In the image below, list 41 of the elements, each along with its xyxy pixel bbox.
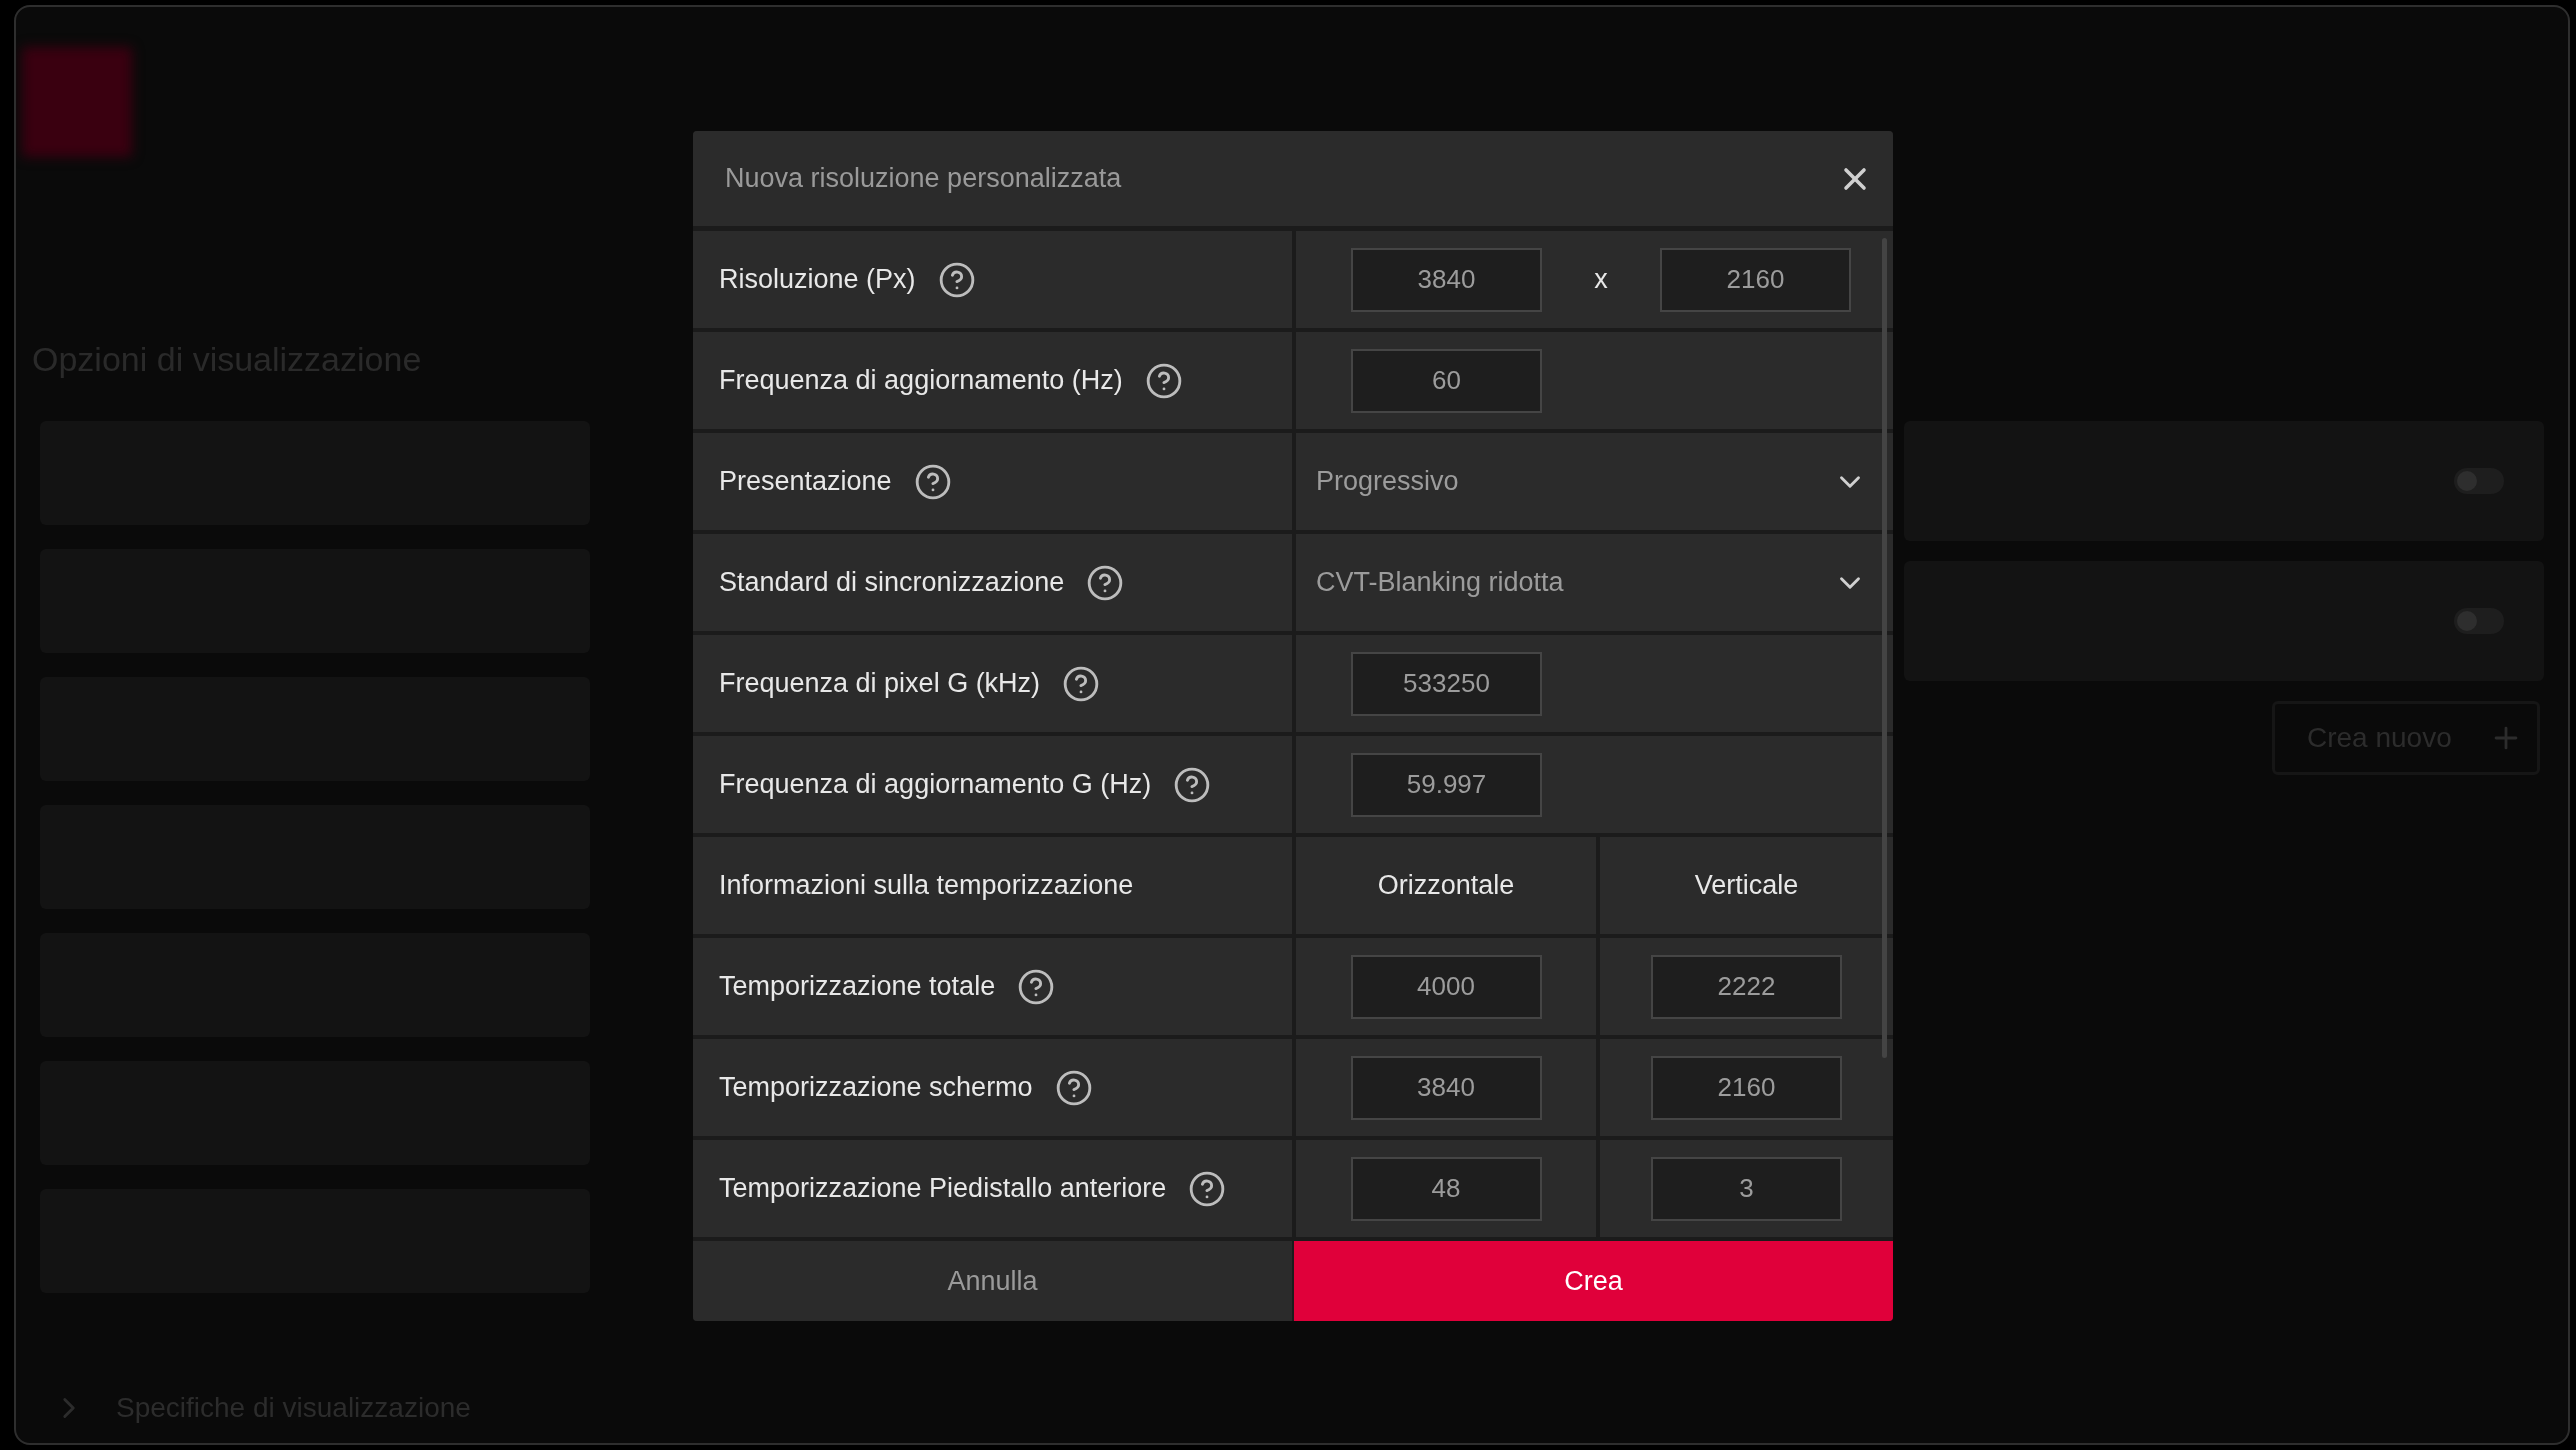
input-field[interactable]: 3 bbox=[1651, 1156, 1842, 1221]
input-field[interactable]: 59.997 bbox=[1351, 752, 1542, 817]
scrollbar[interactable] bbox=[1882, 238, 1887, 1058]
cancel-button[interactable]: Annulla bbox=[693, 1241, 1292, 1321]
input-field[interactable]: 3840 bbox=[1351, 247, 1542, 312]
toggle-switch[interactable] bbox=[2454, 608, 2504, 634]
input-field[interactable]: 2160 bbox=[1660, 247, 1851, 312]
toggle-switch[interactable] bbox=[2454, 468, 2504, 494]
field-label: Temporizzazione Piedistallo anteriore bbox=[719, 1173, 1167, 1204]
dialog-title: Nuova risoluzione personalizzata bbox=[725, 163, 1122, 194]
column-header: Orizzontale bbox=[1296, 837, 1596, 934]
field-label: Frequenza di aggiornamento G (Hz) bbox=[719, 769, 1152, 800]
column-header: Verticale bbox=[1600, 837, 1893, 934]
input-field[interactable]: 3840 bbox=[1350, 1055, 1542, 1120]
field-label: Temporizzazione schermo bbox=[719, 1072, 1033, 1103]
field-label: Frequenza di aggiornamento (Hz) bbox=[719, 365, 1123, 396]
help-icon[interactable] bbox=[1086, 563, 1125, 602]
help-icon[interactable] bbox=[937, 260, 976, 299]
input-field[interactable]: 2222 bbox=[1651, 954, 1842, 1019]
help-icon[interactable] bbox=[1188, 1169, 1227, 1208]
field-label: Risoluzione (Px) bbox=[719, 264, 916, 295]
input-field[interactable]: 533250 bbox=[1351, 651, 1542, 716]
help-icon[interactable] bbox=[913, 462, 952, 501]
separator-text: x bbox=[1593, 264, 1609, 295]
help-icon[interactable] bbox=[1062, 664, 1101, 703]
help-icon[interactable] bbox=[1144, 361, 1183, 400]
field-label: Presentazione bbox=[719, 466, 892, 497]
field-label: Frequenza di pixel G (kHz) bbox=[719, 668, 1041, 699]
input-field[interactable]: 4000 bbox=[1350, 954, 1542, 1019]
help-icon[interactable] bbox=[1054, 1068, 1093, 1107]
dropdown[interactable]: Progressivo bbox=[1296, 433, 1893, 530]
create-button[interactable]: Crea bbox=[1294, 1241, 1893, 1321]
help-icon[interactable] bbox=[1017, 967, 1056, 1006]
input-field[interactable]: 48 bbox=[1350, 1156, 1542, 1221]
help-icon[interactable] bbox=[1173, 765, 1212, 804]
field-label: Temporizzazione totale bbox=[719, 971, 996, 1002]
field-label: Standard di sincronizzazione bbox=[719, 567, 1065, 598]
input-field[interactable]: 60 bbox=[1351, 348, 1542, 413]
dropdown[interactable]: CVT-Blanking ridotta bbox=[1296, 534, 1893, 631]
field-label: Informazioni sulla temporizzazione bbox=[719, 870, 1134, 901]
input-field[interactable]: 2160 bbox=[1651, 1055, 1842, 1120]
